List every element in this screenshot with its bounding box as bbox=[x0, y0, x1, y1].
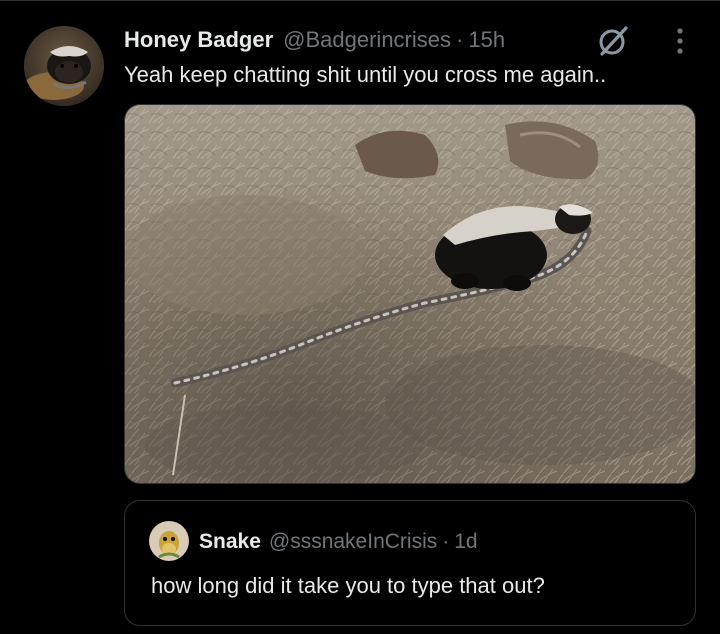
more-options-icon[interactable] bbox=[668, 26, 692, 56]
user-handle[interactable]: @Badgerincrises bbox=[283, 27, 451, 53]
quoted-display-name[interactable]: Snake bbox=[199, 530, 261, 554]
separator-dot: · bbox=[456, 27, 464, 52]
quoted-timestamp[interactable]: 1d bbox=[454, 530, 477, 554]
badger-snake-photo bbox=[125, 105, 695, 483]
quoted-tweet-header: Snake @sssnakeInCrisis · 1d bbox=[199, 527, 478, 557]
quoted-separator-dot: · bbox=[442, 530, 450, 553]
tweet-text: Yeah keep chatting shit until you cross … bbox=[124, 62, 607, 87]
quoted-user-handle[interactable]: @sssnakeInCrisis bbox=[269, 530, 437, 554]
display-name[interactable]: Honey Badger bbox=[124, 27, 273, 53]
top-divider bbox=[0, 0, 720, 1]
snake-avatar-image bbox=[149, 521, 189, 561]
quoted-tweet-card[interactable]: Snake @sssnakeInCrisis · 1d how long did… bbox=[124, 500, 696, 626]
quoted-avatar[interactable] bbox=[149, 521, 189, 561]
quoted-tweet-text: how long did it take you to type that ou… bbox=[151, 573, 545, 598]
grok-icon[interactable] bbox=[596, 24, 630, 58]
avatar[interactable] bbox=[24, 26, 104, 106]
tweet-header: Honey Badger @Badgerincrises · 15h bbox=[124, 24, 505, 56]
tweet-media-image[interactable] bbox=[124, 104, 696, 484]
honey-badger-avatar-image bbox=[24, 26, 104, 106]
timestamp[interactable]: 15h bbox=[468, 27, 505, 53]
